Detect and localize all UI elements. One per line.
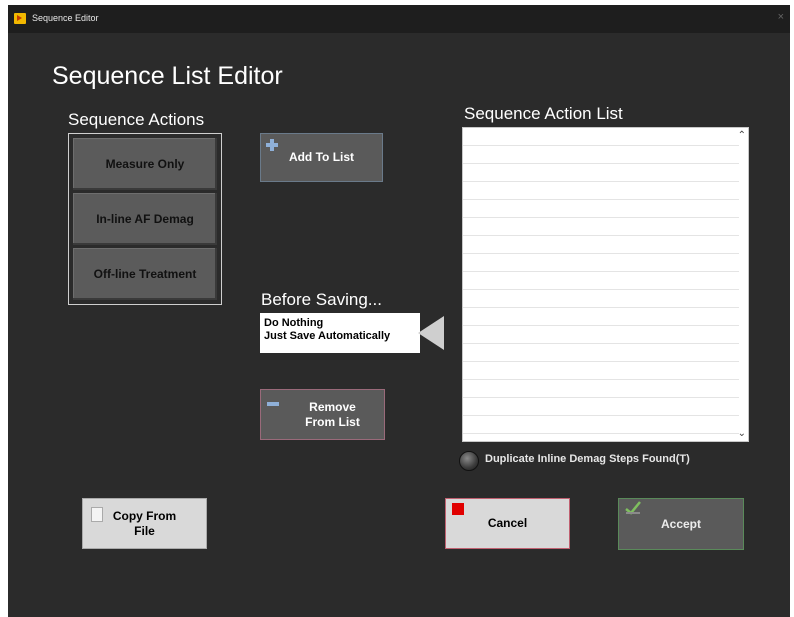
option-just-save-automatically[interactable]: Just Save Automatically — [264, 330, 416, 343]
list-row[interactable] — [463, 272, 739, 290]
sequence-actions-label: Sequence Actions — [68, 110, 205, 129]
list-row[interactable] — [463, 200, 739, 218]
list-row[interactable] — [463, 344, 739, 362]
remove-from-list-label: Remove From List — [305, 399, 360, 429]
copy-from-file-button[interactable]: Copy From File — [82, 498, 207, 549]
list-row[interactable] — [463, 326, 739, 344]
sequence-action-list[interactable]: ⌃ ⌄ — [462, 127, 749, 442]
close-icon[interactable]: × — [778, 11, 784, 23]
duplicate-indicator-led — [459, 451, 479, 471]
checkmark-icon — [625, 501, 641, 515]
cancel-label: Cancel — [487, 516, 528, 530]
minus-icon — [267, 402, 279, 406]
sequence-editor-window: Sequence Editor × Sequence List Editor S… — [8, 5, 790, 617]
window-title: Sequence Editor — [32, 13, 99, 23]
list-row[interactable] — [463, 182, 739, 200]
list-rows — [463, 128, 739, 441]
remove-from-list-button[interactable]: Remove From List — [260, 389, 385, 440]
list-row[interactable] — [463, 308, 739, 326]
cancel-button[interactable]: Cancel — [445, 498, 570, 549]
offline-treatment-button[interactable]: Off-line Treatment — [73, 248, 217, 300]
list-row[interactable] — [463, 218, 739, 236]
stop-icon — [452, 503, 464, 515]
action-list-label: Sequence Action List — [464, 104, 623, 123]
sequence-actions-group: Measure Only In-line AF Demag Off-line T… — [68, 133, 222, 305]
scroll-up-icon[interactable]: ⌃ — [738, 130, 746, 141]
list-row[interactable] — [463, 254, 739, 272]
measure-only-button[interactable]: Measure Only — [73, 138, 217, 190]
page-title: Sequence List Editor — [52, 62, 283, 90]
scroll-down-icon[interactable]: ⌄ — [738, 428, 746, 439]
inline-af-demag-button[interactable]: In-line AF Demag — [73, 193, 217, 245]
app-icon — [14, 13, 26, 24]
duplicate-indicator-label: Duplicate Inline Demag Steps Found(T) — [485, 453, 690, 465]
before-saving-dropdown[interactable]: Do Nothing Just Save Automatically — [260, 313, 420, 353]
list-row[interactable] — [463, 416, 739, 434]
add-to-list-label: Add To List — [288, 150, 355, 164]
title-bar: Sequence Editor × — [8, 5, 790, 33]
dropdown-arrow-icon[interactable] — [418, 316, 444, 350]
accept-label: Accept — [660, 516, 701, 531]
copy-from-file-label: Copy From File — [112, 508, 177, 538]
list-row[interactable] — [463, 362, 739, 380]
list-row[interactable] — [463, 236, 739, 254]
document-icon — [91, 507, 103, 522]
plus-icon — [266, 139, 278, 151]
before-saving-label: Before Saving... — [261, 290, 382, 309]
list-row[interactable] — [463, 128, 739, 146]
list-row[interactable] — [463, 398, 739, 416]
list-row[interactable] — [463, 146, 739, 164]
option-do-nothing[interactable]: Do Nothing — [264, 317, 416, 330]
accept-button[interactable]: Accept — [618, 498, 744, 550]
list-row[interactable] — [463, 290, 739, 308]
add-to-list-button[interactable]: Add To List — [260, 133, 383, 182]
list-row[interactable] — [463, 380, 739, 398]
list-row[interactable] — [463, 164, 739, 182]
